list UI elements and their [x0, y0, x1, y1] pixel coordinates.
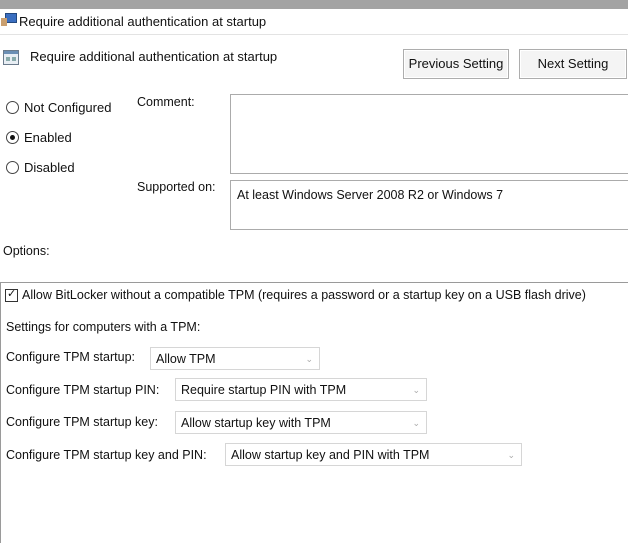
- chevron-down-icon: ⌄: [507, 450, 515, 460]
- comment-textarea[interactable]: [230, 94, 628, 174]
- tpm-startup-key-label: Configure TPM startup key:: [6, 415, 158, 429]
- next-setting-button[interactable]: Next Setting: [519, 49, 627, 79]
- comment-label: Comment:: [137, 95, 195, 109]
- allow-without-tpm-checkbox[interactable]: ✓: [5, 288, 18, 302]
- tpm-startup-key-pin-select[interactable]: Allow startup key and PIN with TPM ⌄: [225, 443, 522, 466]
- options-label: Options:: [3, 244, 50, 258]
- chevron-down-icon: ⌄: [412, 418, 420, 428]
- supported-on-label: Supported on:: [137, 180, 216, 194]
- supported-on-box: At least Windows Server 2008 R2 or Windo…: [230, 180, 628, 230]
- tpm-settings-heading: Settings for computers with a TPM:: [6, 320, 201, 334]
- tpm-startup-key-pin-label: Configure TPM startup key and PIN:: [6, 448, 207, 462]
- tpm-startup-label: Configure TPM startup:: [6, 350, 135, 364]
- tpm-startup-pin-label: Configure TPM startup PIN:: [6, 383, 160, 397]
- chevron-down-icon: ⌄: [412, 385, 420, 395]
- supported-on-value: At least Windows Server 2008 R2 or Windo…: [237, 188, 504, 202]
- divider: [0, 34, 628, 35]
- policy-setting-icon: [3, 50, 19, 65]
- tpm-startup-select[interactable]: Allow TPM ⌄: [150, 347, 320, 370]
- radio-circle[interactable]: [6, 161, 19, 174]
- previous-setting-button[interactable]: Previous Setting: [403, 49, 509, 79]
- checkmark-icon: ✓: [7, 288, 17, 300]
- chevron-down-icon: ⌄: [305, 354, 313, 364]
- radio-circle[interactable]: [6, 131, 19, 144]
- tpm-startup-key-select[interactable]: Allow startup key with TPM ⌄: [175, 411, 427, 434]
- radio-circle[interactable]: [6, 101, 19, 114]
- window-top-bar: [0, 0, 628, 9]
- window-icon: [1, 13, 17, 26]
- tpm-startup-pin-select[interactable]: Require startup PIN with TPM ⌄: [175, 378, 427, 401]
- allow-without-tpm-label: Allow BitLocker without a compatible TPM…: [22, 288, 586, 302]
- window-title: Require additional authentication at sta…: [19, 14, 267, 29]
- policy-name: Require additional authentication at sta…: [30, 49, 278, 64]
